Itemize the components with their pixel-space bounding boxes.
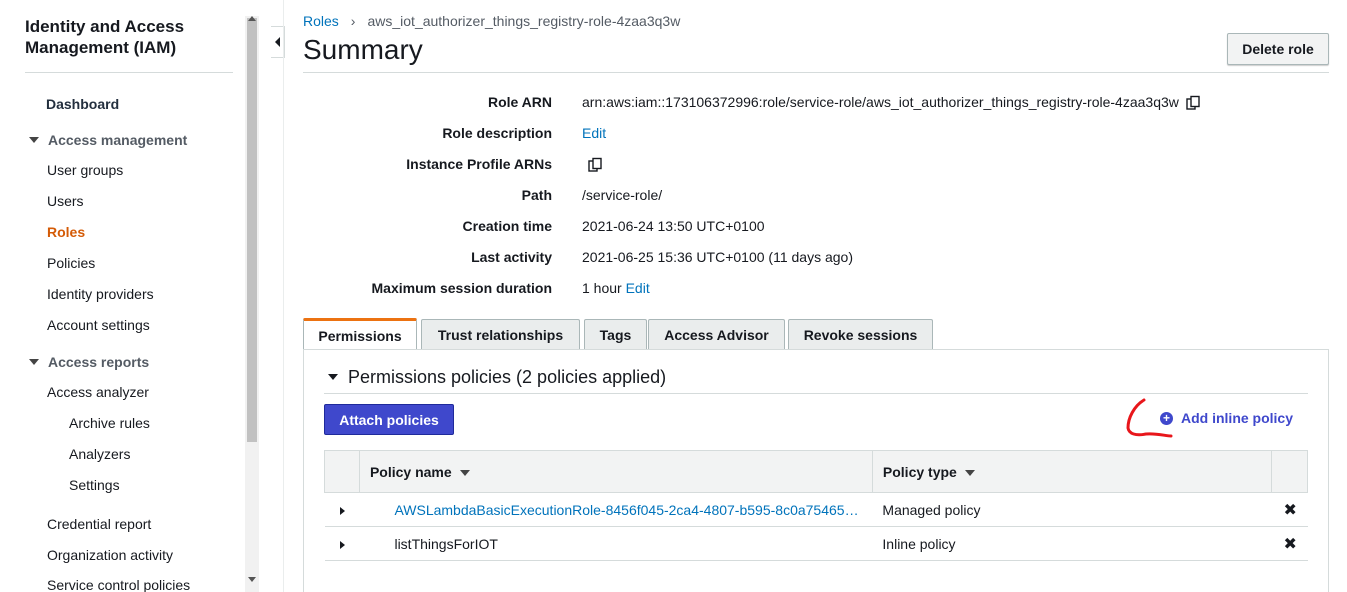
chevron-right-icon[interactable] <box>339 506 345 515</box>
permissions-policies-heading-text: Permissions policies (2 policies applied… <box>348 367 667 387</box>
nav-policies[interactable]: Policies <box>47 255 95 271</box>
copy-icon[interactable] <box>1185 95 1201 111</box>
chevron-right-icon[interactable] <box>339 540 345 549</box>
nav-archive-rules[interactable]: Archive rules <box>69 415 150 431</box>
nav-account-settings[interactable]: Account settings <box>47 317 150 333</box>
page-title: Summary <box>303 34 423 65</box>
sort-icon[interactable] <box>964 469 975 476</box>
scroll-down-icon[interactable] <box>248 577 256 582</box>
policy-type-column-header[interactable]: Policy type <box>871 450 1273 493</box>
instance-profile-label: Instance Profile ARNs <box>406 156 552 172</box>
table-row: AWSLambdaBasicExecutionRole-8456f045-2ca… <box>324 492 1308 527</box>
role-description-label: Role description <box>442 125 552 141</box>
max-session-text: 1 hour <box>582 280 622 296</box>
remove-cell: ✖ <box>1271 526 1308 561</box>
last-activity-label: Last activity <box>471 249 552 265</box>
caret-down-icon <box>328 374 338 381</box>
nav-users[interactable]: Users <box>47 193 84 209</box>
nav-analyzer-settings[interactable]: Settings <box>69 477 120 493</box>
nav-organization-activity[interactable]: Organization activity <box>47 547 173 563</box>
nav-credential-report[interactable]: Credential report <box>47 516 151 532</box>
policies-table: Policy name Policy type AWSLambdaBasicEx… <box>324 450 1308 561</box>
creation-time-label: Creation time <box>462 218 552 234</box>
policy-name-header-label: Policy name <box>369 463 452 480</box>
max-session-edit-link[interactable]: Edit <box>626 280 650 296</box>
tab-access-advisor[interactable]: Access Advisor <box>648 319 785 350</box>
policy-type-cell: Managed policy <box>872 492 1272 527</box>
row-expand-cell[interactable] <box>324 492 360 527</box>
breadcrumb-roles-link[interactable]: Roles <box>303 13 339 29</box>
nav-dashboard[interactable]: Dashboard <box>46 96 119 112</box>
title-divider <box>303 72 1329 73</box>
remove-column-header <box>1271 450 1308 493</box>
sidebar-scrollbar[interactable] <box>245 16 259 592</box>
nav-identity-providers[interactable]: Identity providers <box>47 286 154 302</box>
close-icon[interactable]: ✖ <box>1284 536 1297 553</box>
policy-name-column-header[interactable]: Policy name <box>358 450 873 493</box>
nav-roles[interactable]: Roles <box>47 224 85 240</box>
delete-role-button[interactable]: Delete role <box>1227 33 1329 65</box>
breadcrumb-current: aws_iot_authorizer_things_registry-role-… <box>367 13 681 29</box>
copy-icon[interactable] <box>587 157 603 173</box>
add-inline-policy-link[interactable]: + Add inline policy <box>1160 410 1293 426</box>
remove-cell: ✖ <box>1271 492 1308 527</box>
caret-down-icon <box>29 359 39 366</box>
caret-down-icon <box>29 137 39 144</box>
sidebar-scrollbar-thumb[interactable] <box>247 18 257 442</box>
sidebar-title[interactable]: Identity and Access Management (IAM) <box>25 16 233 58</box>
breadcrumb-separator-icon: › <box>350 13 356 29</box>
close-icon[interactable]: ✖ <box>1284 502 1297 519</box>
nav-access-management-label: Access management <box>48 132 188 148</box>
table-header-row: Policy name Policy type <box>324 450 1308 493</box>
tab-tags[interactable]: Tags <box>584 319 647 350</box>
policy-type-cell: Inline policy <box>872 526 1272 561</box>
nav-access-reports-label: Access reports <box>48 354 150 370</box>
scroll-up-icon[interactable] <box>248 16 256 21</box>
sort-icon[interactable] <box>459 469 470 476</box>
nav-analyzers[interactable]: Analyzers <box>69 446 130 462</box>
creation-time-value: 2021-06-24 13:50 UTC+0100 <box>582 218 765 234</box>
path-value: /service-role/ <box>582 187 663 203</box>
max-session-value: 1 hour Edit <box>582 280 650 296</box>
nav-access-analyzer[interactable]: Access analyzer <box>47 384 149 400</box>
policy-type-header-label: Policy type <box>882 463 957 480</box>
table-row: listThingsForIOT Inline policy ✖ <box>324 526 1308 561</box>
permissions-policies-heading[interactable]: Permissions policies (2 policies applied… <box>328 367 666 388</box>
last-activity-value: 2021-06-25 15:36 UTC+0100 (11 days ago) <box>582 249 853 265</box>
tab-trust-relationships[interactable]: Trust relationships <box>421 319 580 350</box>
role-arn-value: arn:aws:iam::173106372996:role/service-r… <box>582 94 1201 111</box>
policy-name-cell: AWSLambdaBasicExecutionRole-8456f045-2ca… <box>359 492 873 527</box>
nav-access-reports[interactable]: Access reports <box>29 354 149 370</box>
path-label: Path <box>521 187 552 203</box>
sidebar-divider <box>25 72 233 73</box>
main-divider <box>283 0 284 592</box>
nav-service-control-policies[interactable]: Service control policies <box>47 577 190 592</box>
breadcrumb: Roles › aws_iot_authorizer_things_registry… <box>303 13 680 29</box>
role-arn-label: Role ARN <box>487 94 552 110</box>
policy-name-cell: listThingsForIOT <box>359 526 873 561</box>
plus-circle-icon: + <box>1160 411 1173 425</box>
expand-column-header <box>324 450 360 493</box>
sidebar: Identity and Access Management (IAM) Das… <box>0 0 245 592</box>
tab-revoke-sessions[interactable]: Revoke sessions <box>788 319 933 350</box>
row-expand-cell[interactable] <box>324 526 360 561</box>
chevron-left-icon <box>275 37 280 47</box>
nav-access-management[interactable]: Access management <box>29 132 187 148</box>
policy-name-link[interactable]: AWSLambdaBasicExecutionRole-8456f045-2ca… <box>394 502 858 518</box>
role-description-edit-link[interactable]: Edit <box>582 125 606 141</box>
heading-divider <box>324 393 1308 394</box>
nav-user-groups[interactable]: User groups <box>47 162 123 178</box>
tab-permissions[interactable]: Permissions <box>303 318 417 350</box>
instance-profile-value <box>582 156 603 173</box>
policy-name-text[interactable]: listThingsForIOT <box>394 536 497 552</box>
max-session-label: Maximum session duration <box>371 280 552 296</box>
attach-policies-button[interactable]: Attach policies <box>324 404 454 435</box>
role-arn-text: arn:aws:iam::173106372996:role/service-r… <box>582 94 1179 110</box>
add-inline-policy-label: Add inline policy <box>1181 410 1294 426</box>
